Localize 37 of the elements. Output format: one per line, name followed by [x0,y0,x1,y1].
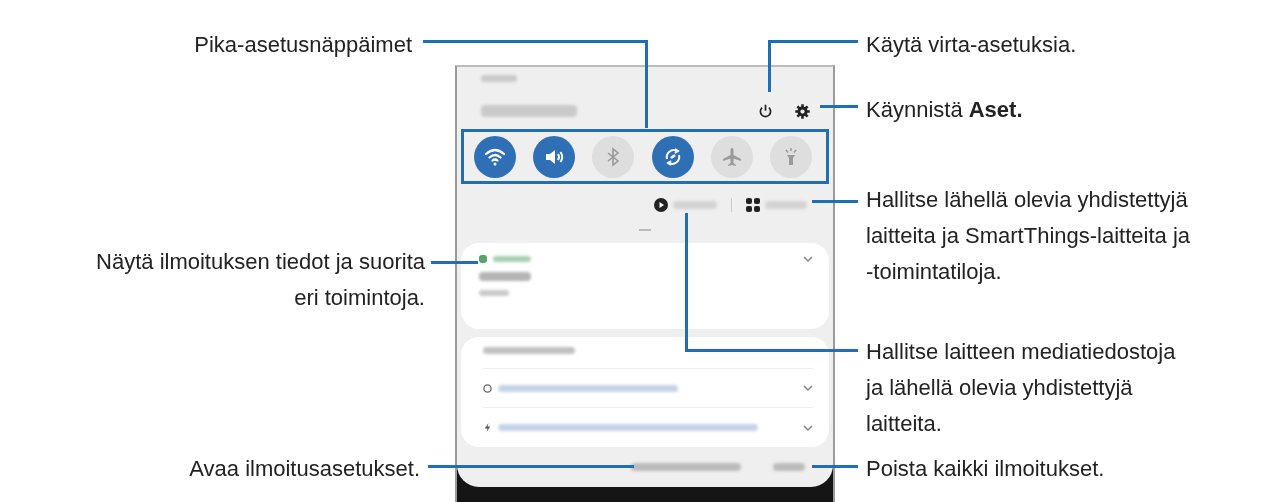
callout-text: Pika-asetusnäppäimet [194,31,412,59]
app-icon [483,383,492,393]
blurred-text [765,201,807,209]
quick-toggle[interactable] [651,135,694,178]
chevron-icon[interactable] [803,385,813,392]
bolt-icon [483,423,492,433]
blurred-text [481,75,517,82]
app-icon [479,255,487,263]
quick-toggle[interactable] [592,135,635,178]
quick-toggle[interactable] [769,135,812,178]
play-icon[interactable] [654,198,668,212]
leader-line [812,200,858,203]
callout-text: Avaa ilmoitusasetukset. [189,455,420,483]
callout-text: Hallitse laitteen mediatiedostoja ja lähellä olevia yhdistettyjä laitteita. [866,338,1176,438]
chevron-icon[interactable] [803,256,813,262]
grid-icon[interactable] [746,198,760,212]
callout-text: Poista kaikki ilmoitukset. [866,455,1105,483]
chevron-icon[interactable] [803,424,813,431]
callout-text: Käytä virta-asetuksia. [866,31,1077,59]
quick-toggle[interactable] [533,135,576,178]
quick-toggle[interactable] [710,135,753,178]
callout-text: Näytä ilmoituksen tiedot ja suorita eri toimintoja. [96,248,425,312]
blurred-text [493,256,531,262]
blurred-text [479,290,509,296]
quick-toggle[interactable] [474,135,516,178]
blurred-text [773,463,805,471]
callout-text: Käynnistä Aset. [866,96,1023,124]
blurred-text [479,272,531,281]
drag-handle[interactable] [639,229,651,231]
notification-card[interactable] [461,243,829,329]
leader-line [820,105,858,108]
power-icon[interactable] [757,102,774,120]
settings-icon[interactable] [794,102,811,120]
blurred-text [673,201,717,209]
callout-text: Hallitse lähellä olevia yhdistettyjä laitteita ja SmartThings-laitteita ja -toimintatiloja. [866,186,1191,286]
leader-line [812,465,858,468]
leader-line [431,261,478,264]
